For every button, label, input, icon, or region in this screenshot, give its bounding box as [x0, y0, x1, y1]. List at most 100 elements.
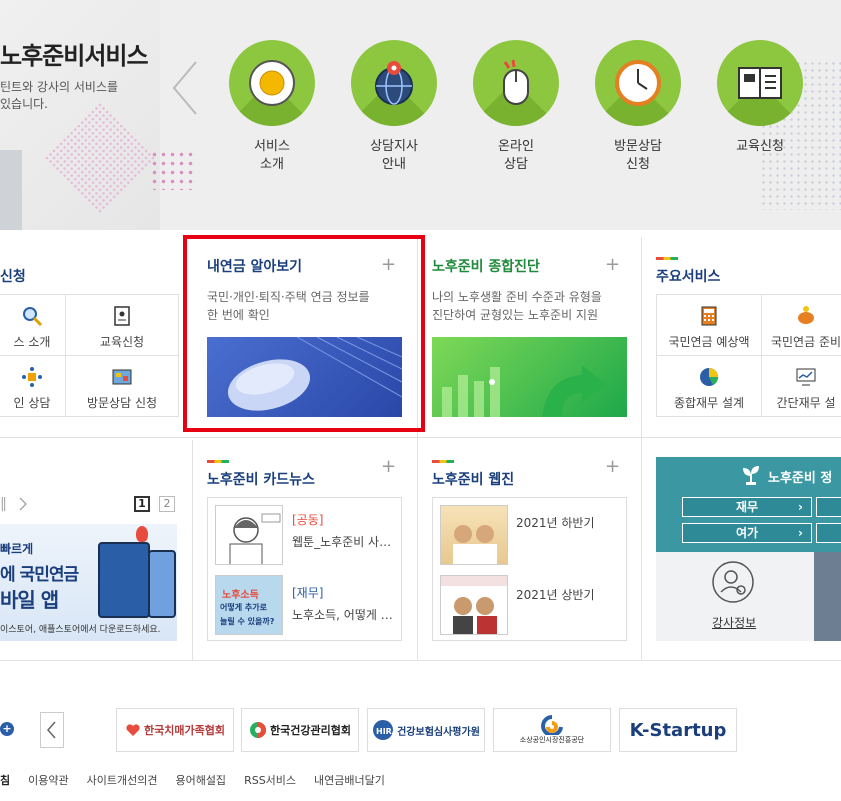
footer-terms-link[interactable]: 이용약관	[28, 772, 68, 788]
partner-play-icon[interactable]: +	[0, 722, 14, 736]
visit-consult-label-2: 신청	[626, 157, 650, 172]
main-service-simple-finance[interactable]: 간단재무 설	[761, 355, 841, 417]
cardnews-thumb-1[interactable]	[215, 505, 283, 565]
partner-k-startup[interactable]: K-Startup	[619, 708, 737, 752]
footer-feedback-link[interactable]: 사이트개선의견	[87, 772, 158, 788]
partner-semas-name: 소상공인시장진흥공단	[519, 736, 585, 744]
leisure-arrow-icon: ›	[798, 526, 803, 540]
magnifier-icon	[23, 307, 43, 327]
webzine-title[interactable]: 노후준비 웹진	[432, 469, 514, 489]
banner-page-1[interactable]: 1	[134, 496, 150, 512]
svg-text:HIRA: HIRA	[376, 727, 394, 736]
people-photo-icon	[453, 525, 497, 564]
quick-visit-consult[interactable]: 방문상담 신청	[65, 355, 179, 417]
quick-service-intro-label: 스 소개	[13, 335, 51, 349]
cardnews-thumb-2[interactable]: 노후소득 어떻게 추가로 늘릴 수 있을까?	[215, 575, 283, 635]
semas-logo-icon	[541, 715, 563, 735]
service-intro-button[interactable]: 서비스소개	[222, 40, 322, 174]
decorative-block	[0, 150, 22, 230]
online-consult-button[interactable]: 온라인 상담	[466, 40, 566, 174]
branch-info-button[interactable]: 상담지사안내	[344, 40, 444, 174]
partner-hira[interactable]: HIRA 건강보험심사평가원	[367, 708, 485, 752]
diagnosis-panel-title[interactable]: 노후준비 종합진단	[432, 256, 540, 276]
partner-prev-button[interactable]	[40, 712, 64, 748]
service-intro-label-1: 서비스	[254, 139, 290, 154]
pie-chart-icon	[700, 368, 718, 386]
instructor-info-card[interactable]: 강사정보	[656, 552, 814, 641]
branch-info-label-1: 상담지사	[370, 139, 418, 154]
partner-k-startup-name: K-Startup	[629, 719, 727, 741]
diagnosis-desc-line2: 진단하여 균형있는 노후준비 지원	[432, 308, 599, 322]
webzine-more-plus-icon[interactable]: +	[605, 456, 620, 477]
branch-info-circle	[351, 40, 437, 126]
cardnews-item1-text[interactable]: 웹툰_노후준비 사…	[292, 533, 391, 551]
banner-line4: 이스토어, 애플스토어에서 다운로드하세요.	[0, 625, 161, 635]
main-service-finance-plan[interactable]: 종합재무 설계	[656, 355, 762, 417]
main-services-title: 주요서비스	[656, 269, 721, 285]
diagnosis-more-plus-icon[interactable]: +	[605, 254, 620, 275]
right-cut-button-2[interactable]	[816, 523, 841, 543]
mobile-app-banner[interactable]: 빠르게 에 국민연금 바일 앱 이스토어, 애플스토어에서 다운로드하세요.	[0, 524, 177, 641]
cardnews-item2-tag[interactable]: [재무]	[292, 584, 323, 602]
quick-visit-consult-label: 방문상담 신청	[86, 396, 158, 410]
cardnews-item2-text[interactable]: 노후소득, 어떻게 …	[292, 606, 393, 624]
footer-rss-link[interactable]: RSS서비스	[244, 772, 296, 788]
leisure-button[interactable]: 여가 ›	[682, 523, 812, 543]
banner-pause-icon[interactable]: ‖	[0, 496, 7, 512]
footer-privacy-link[interactable]: 침	[0, 772, 10, 788]
quick-service-intro[interactable]: 스 소개	[0, 294, 66, 356]
hero-desc-line2: 있습니다.	[0, 97, 48, 111]
webzine-item1-text[interactable]: 2021년 하반기	[516, 514, 595, 532]
banner-line1: 빠르게	[0, 542, 34, 556]
partner-health-mgmt-assoc[interactable]: 한국건강관리협회	[241, 708, 359, 752]
hira-logo-icon: HIRA	[373, 720, 394, 740]
online-consult-label-2: 상담	[504, 157, 528, 172]
clock-icon	[615, 60, 661, 106]
cardnews-item1-tag[interactable]: [공동]	[292, 511, 323, 529]
diagnosis-desc-line1: 나의 노후생활 준비 수준과 유형을	[432, 290, 602, 304]
cardnews-more-plus-icon[interactable]: +	[381, 456, 396, 477]
diagnosis-image[interactable]	[432, 337, 627, 417]
cardnews-title-bar	[207, 460, 229, 463]
service-intro-label-2: 소개	[260, 157, 284, 172]
education-apply-label-1: 교육신청	[736, 139, 784, 154]
hero-prev-arrow-icon[interactable]	[170, 60, 200, 116]
webzine-item2-text[interactable]: 2021년 상반기	[516, 586, 595, 604]
partner-dementia-family-assoc[interactable]: 한국치매가족협회	[116, 708, 234, 752]
quick-online-consult-label: 인 상담	[13, 396, 51, 410]
monitor-chart-icon	[796, 368, 816, 386]
right-cut-button-1[interactable]	[816, 497, 841, 517]
growth-chart-illustration-icon	[442, 365, 607, 417]
notebook-icon	[114, 306, 130, 326]
mouse-keyboard-illustration-icon	[227, 337, 402, 411]
branch-info-label-2: 안내	[382, 157, 406, 172]
visit-consult-circle	[595, 40, 681, 126]
main-service-pension-prep[interactable]: 국민연금 준비	[761, 294, 841, 356]
visit-consult-label-1: 방문상담	[614, 139, 662, 154]
footer-glossary-link[interactable]: 용어해설집	[175, 772, 226, 788]
cardnews-title[interactable]: 노후준비 카드뉴스	[207, 469, 315, 489]
webzine-thumb-2[interactable]	[440, 575, 508, 635]
banner-page-2[interactable]: 2	[159, 496, 175, 512]
banner-line3: 바일 앱	[0, 588, 59, 612]
chevron-left-icon	[47, 721, 56, 739]
education-apply-button[interactable]: 교육신청	[710, 40, 810, 156]
quick-online-consult[interactable]: 인 상담	[0, 355, 66, 417]
main-service-pension-estimate[interactable]: 국민연금 예상액	[656, 294, 762, 356]
banner-next-icon[interactable]	[18, 497, 28, 511]
instructor-info-caption[interactable]: 강사정보	[712, 614, 756, 631]
partner-dementia-name: 한국치매가족협회	[144, 724, 225, 737]
partner-semas[interactable]: 소상공인시장진흥공단	[493, 708, 611, 752]
decorative-dots	[150, 150, 196, 190]
visit-consult-button[interactable]: 방문상담신청	[588, 40, 688, 174]
finance-button[interactable]: 재무 ›	[682, 497, 812, 517]
quick-education-apply[interactable]: 교육신청	[65, 294, 179, 356]
partner-health-mgmt-name: 한국건강관리협회	[270, 724, 351, 737]
pension-more-plus-icon[interactable]: +	[381, 254, 396, 275]
webzine-thumb-1[interactable]	[440, 505, 508, 565]
phone-mockup-second-icon	[148, 550, 176, 618]
heart-people-icon	[126, 724, 140, 736]
footer-banner-link[interactable]: 내연금배너달기	[314, 772, 385, 788]
pension-image[interactable]	[207, 337, 402, 417]
pension-panel-title[interactable]: 내연금 알아보기	[207, 256, 302, 276]
